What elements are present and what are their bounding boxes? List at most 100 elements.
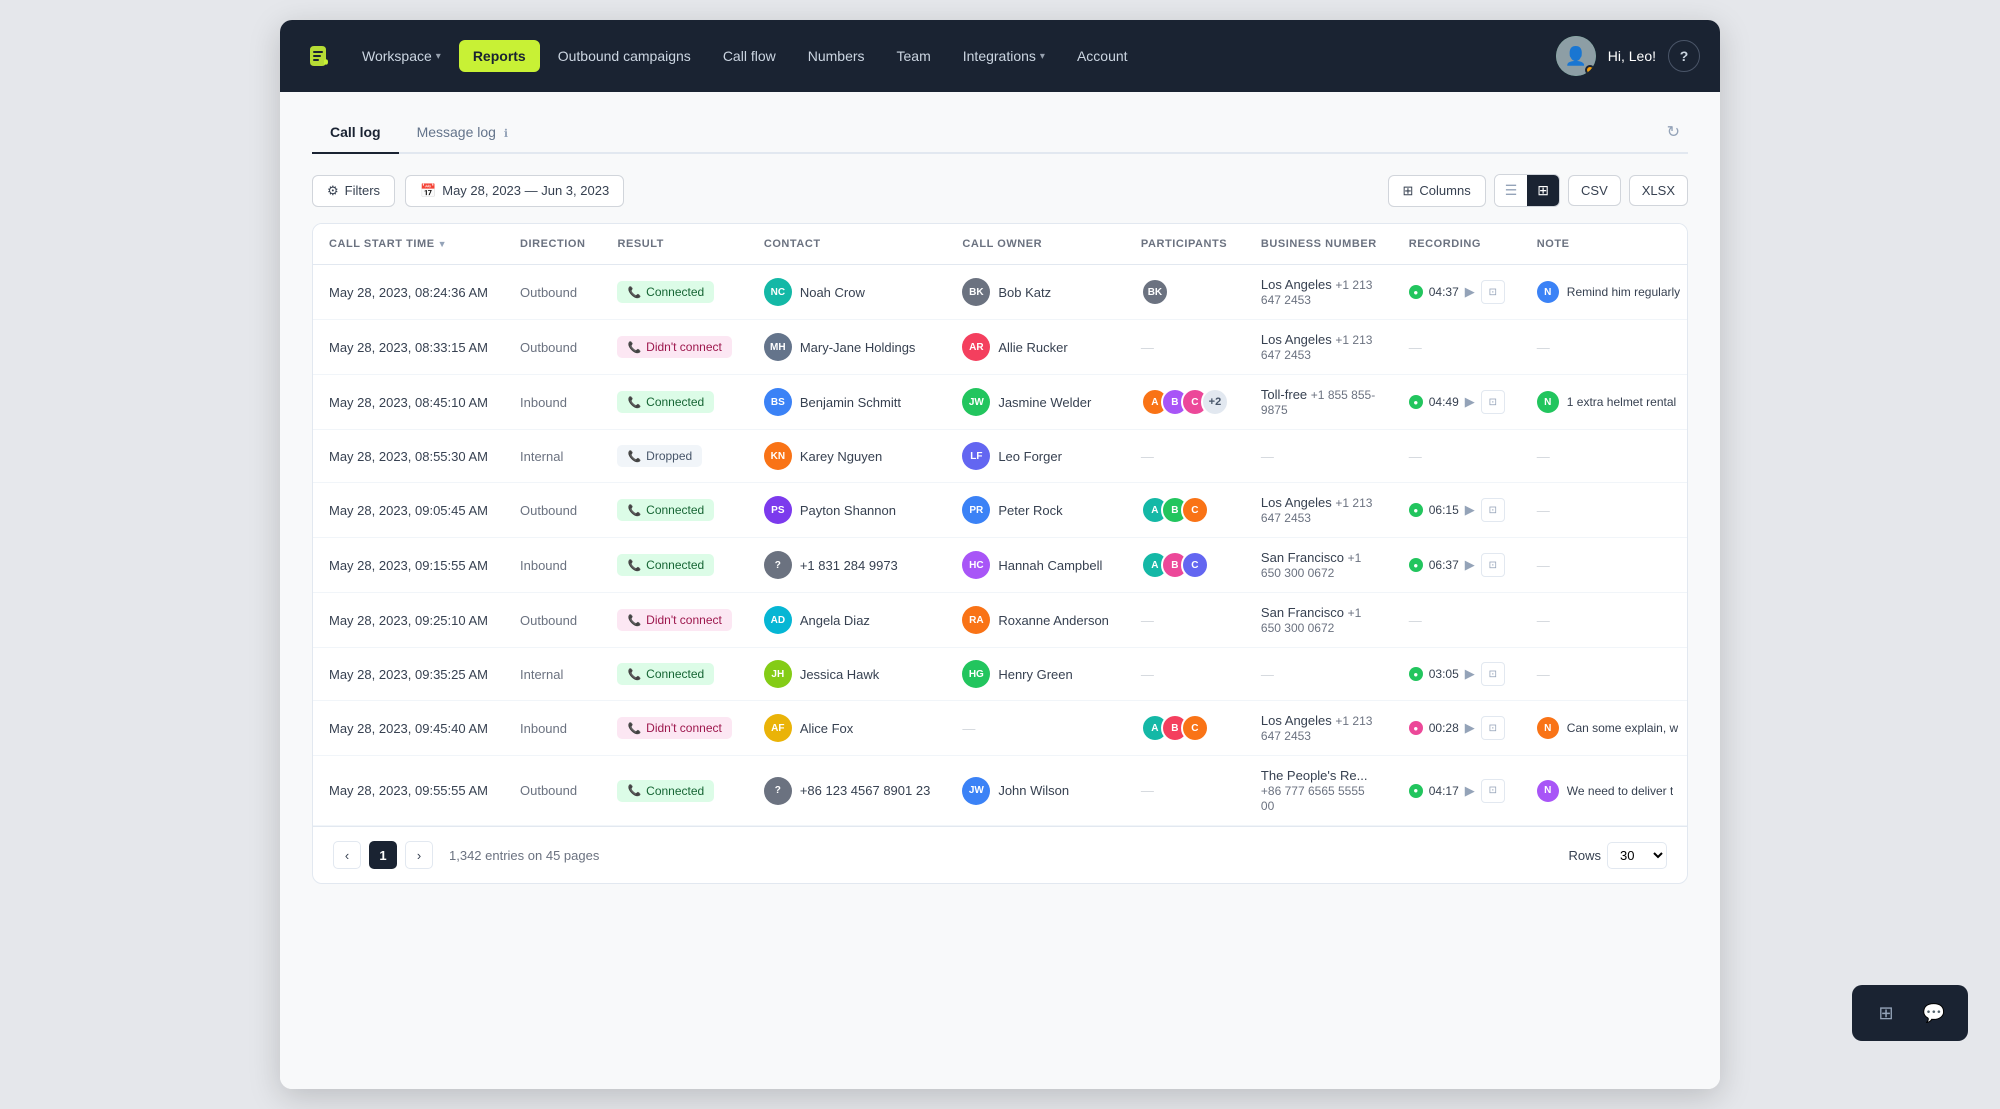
nav-callflow[interactable]: Call flow — [709, 40, 790, 72]
next-page-button[interactable]: › — [405, 841, 433, 869]
grid-view-button[interactable]: ⊞ — [1527, 175, 1559, 206]
columns-button[interactable]: ⊞ Columns — [1388, 175, 1486, 207]
cell-result: 📞Didn't connect — [601, 593, 747, 648]
cell-call-start-time: May 28, 2023, 09:35:25 AM — [313, 648, 504, 701]
nav-integrations[interactable]: Integrations ▾ — [949, 40, 1059, 72]
tab-message-log[interactable]: Message log ℹ — [399, 112, 526, 154]
play-recording-button[interactable]: ▶ — [1465, 783, 1475, 799]
note-text: We need to deliver t — [1567, 784, 1674, 798]
cell-participants: ABC — [1125, 701, 1245, 756]
cell-result: 📞Didn't connect — [601, 701, 747, 756]
cell-contact: MHMary-Jane Holdings — [748, 320, 947, 375]
table-row[interactable]: May 28, 2023, 08:24:36 AMOutbound📞Connec… — [313, 265, 1688, 320]
play-recording-button[interactable]: ▶ — [1465, 502, 1475, 518]
table-row[interactable]: May 28, 2023, 09:35:25 AMInternal📞Connec… — [313, 648, 1688, 701]
cell-note: — — [1521, 648, 1688, 701]
xlsx-export-button[interactable]: XLSX — [1629, 175, 1688, 206]
nav-workspace[interactable]: Workspace ▾ — [348, 40, 455, 72]
nav-outbound[interactable]: Outbound campaigns — [544, 40, 705, 72]
owner-name: Henry Green — [998, 667, 1072, 682]
copy-recording-button[interactable]: ⊡ — [1481, 779, 1505, 803]
cell-direction: Outbound — [504, 483, 601, 538]
user-status-badge — [1585, 65, 1595, 75]
play-recording-button[interactable]: ▶ — [1465, 666, 1475, 682]
copy-recording-button[interactable]: ⊡ — [1481, 662, 1505, 686]
contact-name: Jessica Hawk — [800, 667, 879, 682]
contact-name: +1 831 284 9973 — [800, 558, 898, 573]
table-row[interactable]: May 28, 2023, 08:45:10 AMInbound📞Connect… — [313, 375, 1688, 430]
play-recording-button[interactable]: ▶ — [1465, 720, 1475, 736]
nav-team[interactable]: Team — [883, 40, 945, 72]
nav-account[interactable]: Account — [1063, 40, 1142, 72]
copy-recording-button[interactable]: ⊡ — [1481, 553, 1505, 577]
participant-avatar: C — [1181, 551, 1209, 579]
copy-recording-button[interactable]: ⊡ — [1481, 280, 1505, 304]
table-row[interactable]: May 28, 2023, 09:25:10 AMOutbound📞Didn't… — [313, 593, 1688, 648]
toolbar-left: ⚙ Filters 📅 May 28, 2023 — Jun 3, 2023 — [312, 175, 624, 207]
col-direction: DIRECTION — [504, 224, 601, 265]
owner-avatar: RA — [962, 606, 990, 634]
nav-reports[interactable]: Reports — [459, 40, 540, 72]
empty-business: — — [1261, 449, 1274, 464]
cell-participants: — — [1125, 756, 1245, 826]
empty-participants: — — [1141, 613, 1154, 628]
cell-recording: ● 03:05 ▶ ⊡ — [1393, 648, 1521, 701]
cell-call-owner: HCHannah Campbell — [946, 538, 1125, 593]
entries-count: 1,342 entries on 45 pages — [449, 848, 599, 863]
participant-avatar: C — [1181, 714, 1209, 742]
copy-recording-button[interactable]: ⊡ — [1481, 498, 1505, 522]
empty-note: — — [1537, 558, 1550, 573]
cell-recording: ● 04:37 ▶ ⊡ — [1393, 265, 1521, 320]
contact-name: Benjamin Schmitt — [800, 395, 901, 410]
help-button[interactable]: ? — [1668, 40, 1700, 72]
contact-name: Payton Shannon — [800, 503, 896, 518]
cell-call-owner: JWJasmine Welder — [946, 375, 1125, 430]
cell-business-number: Los Angeles +1 213 647 2453 — [1245, 320, 1393, 375]
list-view-button[interactable]: ☰ — [1495, 175, 1528, 206]
avatar[interactable]: 👤 — [1556, 36, 1596, 76]
tab-call-log[interactable]: Call log — [312, 112, 399, 154]
play-recording-button[interactable]: ▶ — [1465, 284, 1475, 300]
table-row[interactable]: May 28, 2023, 09:05:45 AMOutbound📞Connec… — [313, 483, 1688, 538]
table-row[interactable]: May 28, 2023, 09:45:40 AMInbound📞Didn't … — [313, 701, 1688, 756]
cell-note: — — [1521, 538, 1688, 593]
grid-float-icon[interactable]: ⊞ — [1870, 997, 1902, 1029]
table-row[interactable]: May 28, 2023, 09:15:55 AMInbound📞Connect… — [313, 538, 1688, 593]
info-icon: ℹ — [504, 128, 508, 140]
cell-result: 📞Connected — [601, 538, 747, 593]
pagination: ‹ 1 › 1,342 entries on 45 pages — [333, 841, 599, 869]
prev-page-button[interactable]: ‹ — [333, 841, 361, 869]
phone-icon: 📞 — [627, 286, 641, 299]
cell-recording: — — [1393, 320, 1521, 375]
cell-direction: Outbound — [504, 320, 601, 375]
contact-avatar: MH — [764, 333, 792, 361]
date-range-button[interactable]: 📅 May 28, 2023 — Jun 3, 2023 — [405, 175, 624, 207]
cell-call-owner: HGHenry Green — [946, 648, 1125, 701]
csv-export-button[interactable]: CSV — [1568, 175, 1621, 206]
cell-participants: ABC+2 — [1125, 375, 1245, 430]
app-window: Workspace ▾ Reports Outbound campaigns C… — [280, 20, 1720, 1089]
recording-dot: ● — [1409, 667, 1423, 681]
cell-result: 📞Connected — [601, 375, 747, 430]
nav-numbers[interactable]: Numbers — [794, 40, 879, 72]
copy-recording-button[interactable]: ⊡ — [1481, 390, 1505, 414]
table-row[interactable]: May 28, 2023, 08:55:30 AMInternal📞Droppe… — [313, 430, 1688, 483]
chat-float-icon[interactable]: 💬 — [1918, 997, 1950, 1029]
copy-recording-button[interactable]: ⊡ — [1481, 716, 1505, 740]
result-badge: 📞Didn't connect — [617, 336, 731, 358]
col-call-start-time[interactable]: CALL START TIME — [313, 224, 504, 265]
table-row[interactable]: May 28, 2023, 08:33:15 AMOutbound📞Didn't… — [313, 320, 1688, 375]
filter-button[interactable]: ⚙ Filters — [312, 175, 395, 207]
cell-call-start-time: May 28, 2023, 09:45:40 AM — [313, 701, 504, 756]
cell-direction: Inbound — [504, 701, 601, 756]
empty-note: — — [1537, 667, 1550, 682]
user-greeting: Hi, Leo! — [1608, 48, 1656, 64]
chevron-down-icon: ▾ — [1040, 51, 1045, 62]
rows-dropdown[interactable]: 30 50 100 — [1607, 842, 1667, 869]
play-recording-button[interactable]: ▶ — [1465, 394, 1475, 410]
owner-name: Bob Katz — [998, 285, 1051, 300]
refresh-button[interactable]: ↻ — [1659, 118, 1688, 146]
owner-avatar: HC — [962, 551, 990, 579]
table-row[interactable]: May 28, 2023, 09:55:55 AMOutbound📞Connec… — [313, 756, 1688, 826]
play-recording-button[interactable]: ▶ — [1465, 557, 1475, 573]
